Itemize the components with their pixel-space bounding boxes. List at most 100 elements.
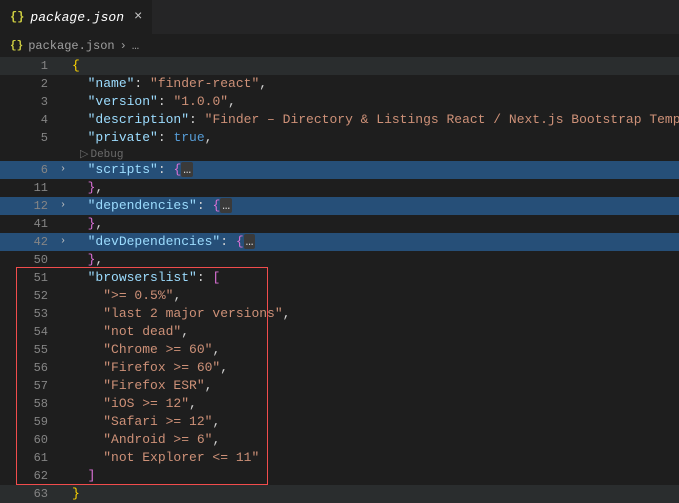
code-content: { [72,57,80,75]
code-content: "Safari >= 12", [72,413,220,431]
folded-icon[interactable]: … [181,162,193,177]
code-line[interactable]: 11 }, [0,179,679,197]
play-icon: ▷ [80,148,88,162]
close-icon[interactable]: × [130,9,142,25]
breadcrumb[interactable]: {} package.json › … [0,35,679,57]
line-number: 5 [0,129,54,147]
line-number: 62 [0,467,54,485]
line-number: 11 [0,179,54,197]
code-line[interactable]: 41 }, [0,215,679,233]
code-line[interactable]: 54 "not dead", [0,323,679,341]
code-line[interactable]: 4 "description": "Finder – Directory & L… [0,111,679,129]
code-content: }, [72,179,103,197]
line-number: 59 [0,413,54,431]
line-number: 58 [0,395,54,413]
code-content: } [72,485,80,503]
fold-chevron-icon[interactable]: › [54,233,72,251]
code-line[interactable]: 59 "Safari >= 12", [0,413,679,431]
json-icon: {} [10,10,24,24]
fold-gutter [54,431,72,449]
code-content: "Firefox ESR", [72,377,212,395]
line-number: 6 [0,161,54,179]
code-content: "iOS >= 12", [72,395,197,413]
code-line[interactable]: 42 › "devDependencies": {… [0,233,679,251]
code-content: }, [72,215,103,233]
code-line[interactable]: 2 "name": "finder-react", [0,75,679,93]
fold-gutter [54,341,72,359]
fold-chevron-icon[interactable]: › [54,197,72,215]
code-line[interactable]: ▷ Debug [0,147,679,161]
fold-gutter [54,449,72,467]
line-number: 56 [0,359,54,377]
code-line[interactable]: 56 "Firefox >= 60", [0,359,679,377]
fold-gutter [54,111,72,129]
code-content: ] [72,467,95,485]
code-line[interactable]: 3 "version": "1.0.0", [0,93,679,111]
code-content: ">= 0.5%", [72,287,181,305]
fold-chevron-icon[interactable]: › [54,161,72,179]
line-number: 1 [0,57,54,75]
code-line[interactable]: 62 ] [0,467,679,485]
fold-gutter [54,147,72,161]
line-number: 63 [0,485,54,503]
code-line[interactable]: 63 } [0,485,679,503]
line-number [0,147,54,161]
folded-icon[interactable]: … [220,198,232,213]
code-line[interactable]: 57 "Firefox ESR", [0,377,679,395]
code-line[interactable]: 61 "not Explorer <= 11" [0,449,679,467]
line-number: 12 [0,197,54,215]
line-number: 55 [0,341,54,359]
fold-gutter [54,413,72,431]
breadcrumb-more: … [132,39,139,53]
code-line[interactable]: 12 › "dependencies": {… [0,197,679,215]
line-number: 42 [0,233,54,251]
tab-bar: {} package.json × [0,0,679,35]
fold-gutter [54,93,72,111]
code-line[interactable]: 58 "iOS >= 12", [0,395,679,413]
code-content: "description": "Finder – Directory & Lis… [72,111,679,129]
fold-gutter [54,287,72,305]
code-content: "dependencies": {… [72,197,232,215]
line-number: 51 [0,269,54,287]
line-number: 57 [0,377,54,395]
folded-icon[interactable]: … [244,234,256,249]
line-number: 41 [0,215,54,233]
line-number: 60 [0,431,54,449]
code-content: "browserslist": [ [72,269,220,287]
fold-gutter [54,485,72,503]
line-number: 2 [0,75,54,93]
fold-gutter [54,323,72,341]
fold-gutter [54,377,72,395]
fold-gutter [54,251,72,269]
line-number: 4 [0,111,54,129]
fold-gutter [54,467,72,485]
code-line[interactable]: 55 "Chrome >= 60", [0,341,679,359]
line-number: 53 [0,305,54,323]
line-number: 52 [0,287,54,305]
code-line[interactable]: 6 › "scripts": {… [0,161,679,179]
code-editor[interactable]: 1 { 2 "name": "finder-react", 3 "version… [0,57,679,503]
code-content: "not Explorer <= 11" [72,449,259,467]
breadcrumb-file: package.json [28,39,114,53]
tab-title: package.json [30,10,124,25]
code-content: }, [72,251,103,269]
code-line[interactable]: 60 "Android >= 6", [0,431,679,449]
fold-gutter [54,269,72,287]
debug-codelens[interactable]: ▷ Debug [72,148,123,162]
code-line[interactable]: 52 ">= 0.5%", [0,287,679,305]
code-line[interactable]: 1 { [0,57,679,75]
code-content: ▷ Debug [72,147,123,161]
tab-package-json[interactable]: {} package.json × [0,0,152,34]
code-content: "scripts": {… [72,161,193,179]
code-content: "version": "1.0.0", [72,93,236,111]
code-line[interactable]: 5 "private": true, [0,129,679,147]
json-icon: {} [10,40,23,52]
code-line[interactable]: 51 "browserslist": [ [0,269,679,287]
code-content: "Android >= 6", [72,431,220,449]
code-line[interactable]: 53 "last 2 major versions", [0,305,679,323]
line-number: 3 [0,93,54,111]
code-content: "private": true, [72,129,212,147]
code-line[interactable]: 50 }, [0,251,679,269]
code-content: "Firefox >= 60", [72,359,228,377]
fold-gutter [54,395,72,413]
